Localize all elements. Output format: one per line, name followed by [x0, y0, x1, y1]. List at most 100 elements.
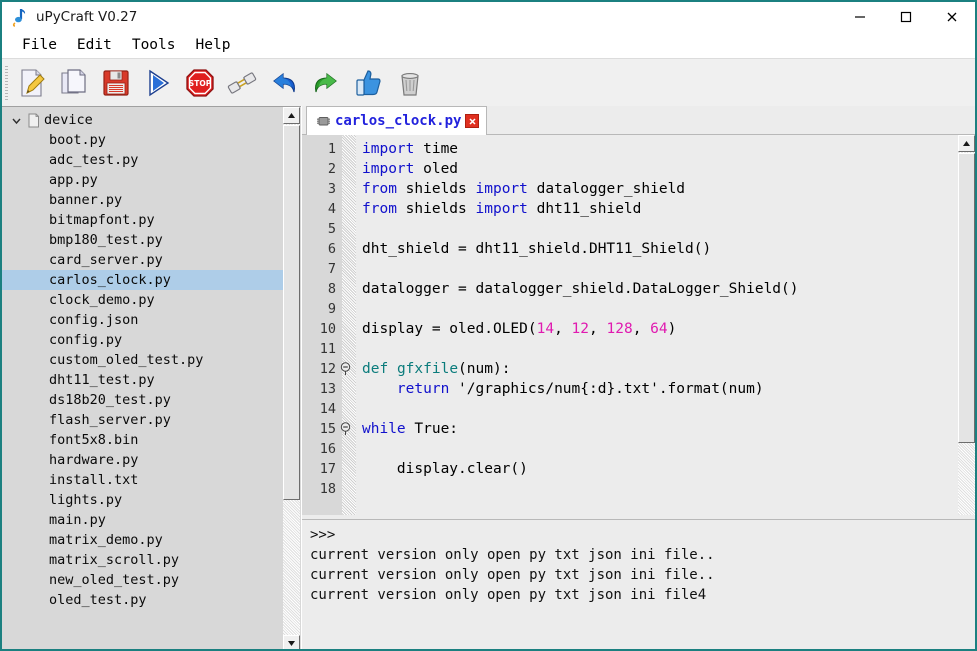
open-file-icon[interactable]: [53, 61, 95, 105]
tree-item-matrix-scroll-py[interactable]: matrix_scroll.py: [2, 550, 283, 570]
new-file-icon[interactable]: [11, 61, 53, 105]
line-number: 6: [327, 241, 336, 257]
tree-item-boot-py[interactable]: boot.py: [2, 130, 283, 150]
tree-item-label: config.py: [49, 332, 123, 348]
code-line: 2 import oled: [302, 159, 958, 179]
file-tree-scroll-thumb[interactable]: [283, 125, 300, 500]
tree-item-label: flash_server.py: [49, 412, 171, 428]
tree-item-label: banner.py: [49, 192, 123, 208]
tree-item-label: carlos_clock.py: [49, 272, 171, 288]
tree-item-custom-oled-test-py[interactable]: custom_oled_test.py: [2, 350, 283, 370]
scroll-up-arrow-icon[interactable]: [958, 135, 975, 152]
menu-item-file[interactable]: File: [12, 37, 67, 53]
tree-item-hardware-py[interactable]: hardware.py: [2, 450, 283, 470]
code-line: 5: [302, 219, 958, 239]
thumbs-up-icon[interactable]: [347, 61, 389, 105]
tree-item-label: main.py: [49, 512, 106, 528]
undo-arrow-icon[interactable]: [263, 61, 305, 105]
scroll-up-arrow-icon[interactable]: [283, 107, 300, 124]
tree-item-flash-server-py[interactable]: flash_server.py: [2, 410, 283, 430]
tree-item-lights-py[interactable]: lights.py: [2, 490, 283, 510]
tree-item-banner-py[interactable]: banner.py: [2, 190, 283, 210]
tree-root-device[interactable]: device: [2, 110, 283, 130]
tree-item-matrix-demo-py[interactable]: matrix_demo.py: [2, 530, 283, 550]
close-button[interactable]: [929, 2, 975, 31]
tree-item-config-py[interactable]: config.py: [2, 330, 283, 350]
editor-tab-carlos-clock[interactable]: carlos_clock.py: [306, 106, 488, 135]
close-icon[interactable]: [465, 114, 480, 128]
run-play-icon[interactable]: [137, 61, 179, 105]
tree-item-install-txt[interactable]: install.txt: [2, 470, 283, 490]
console-line: current version only open py txt json in…: [310, 587, 707, 603]
tree-item-label: bitmapfont.py: [49, 212, 155, 228]
tree-item-label: config.json: [49, 312, 139, 328]
console-panel[interactable]: >>> current version only open py txt json…: [302, 519, 975, 649]
tree-item-bmp180-test-py[interactable]: bmp180_test.py: [2, 230, 283, 250]
editor-scroll-thumb[interactable]: [958, 153, 975, 443]
code-text: display = oled.OLED(14, 12, 128, 64): [362, 321, 677, 337]
svg-text:STOP: STOP: [189, 79, 212, 88]
console-output: >>> current version only open py txt json…: [310, 525, 950, 605]
line-number: 16: [319, 441, 336, 457]
code-text: import time: [362, 141, 459, 157]
tree-item-adc-test-py[interactable]: adc_test.py: [2, 150, 283, 170]
tree-item-label: new_oled_test.py: [49, 572, 180, 588]
tree-item-config-json[interactable]: config.json: [2, 310, 283, 330]
line-number: 3: [327, 181, 336, 197]
console-line: current version only open py txt json in…: [310, 567, 715, 583]
tree-item-main-py[interactable]: main.py: [2, 510, 283, 530]
code-text: dht_shield = dht11_shield.DHT11_Shield(): [362, 241, 712, 257]
code-line: 16: [302, 439, 958, 459]
tree-root-label: device: [44, 112, 93, 128]
tree-item-ds18b20-test-py[interactable]: ds18b20_test.py: [2, 390, 283, 410]
tree-item-bitmapfont-py[interactable]: bitmapfont.py: [2, 210, 283, 230]
code-line: 18: [302, 479, 958, 499]
stop-sign-icon[interactable]: STOP: [179, 61, 221, 105]
menu-item-tools[interactable]: Tools: [122, 37, 186, 53]
code-text: from shields import datalogger_shield: [362, 181, 686, 197]
tree-item-label: app.py: [49, 172, 98, 188]
chevron-down-icon[interactable]: [8, 115, 24, 126]
code-line: 6 dht_shield = dht11_shield.DHT11_Shield(…: [302, 239, 958, 259]
line-number: 1: [327, 141, 336, 157]
window-controls: [837, 2, 975, 31]
menu-item-edit[interactable]: Edit: [67, 37, 122, 53]
menu-item-help[interactable]: Help: [186, 37, 241, 53]
tree-item-label: matrix_scroll.py: [49, 552, 180, 568]
file-tree-list: device boot.py adc_test.py app.py banner.py…: [2, 107, 283, 610]
tree-item-label: matrix_demo.py: [49, 532, 163, 548]
tree-item-dht11-test-py[interactable]: dht11_test.py: [2, 370, 283, 390]
tree-item-app-py[interactable]: app.py: [2, 170, 283, 190]
editor-tab-label: carlos_clock.py: [335, 113, 462, 129]
code-line: 15 while True:: [302, 419, 958, 439]
connect-plug-icon[interactable]: [221, 61, 263, 105]
save-floppy-icon[interactable]: [95, 61, 137, 105]
tree-item-oled-test-py[interactable]: oled_test.py: [2, 590, 283, 610]
tree-item-font5x8-bin[interactable]: font5x8.bin: [2, 430, 283, 450]
tree-item-label: boot.py: [49, 132, 106, 148]
maximize-button[interactable]: [883, 2, 929, 31]
code-text: return '/graphics/num{:d}.txt'.format(nu…: [396, 381, 764, 397]
redo-arrow-icon[interactable]: [305, 61, 347, 105]
line-number: 2: [327, 161, 336, 177]
line-number: 4: [327, 201, 336, 217]
minimize-button[interactable]: [837, 2, 883, 31]
code-text: from shields import dht11_shield: [362, 201, 642, 217]
upycraft-window: uPyCraft V0.27 File Edit Tools Help STOP…: [0, 0, 977, 651]
code-line: 4 from shields import dht11_shield: [302, 199, 958, 219]
tree-item-clock-demo-py[interactable]: clock_demo.py: [2, 290, 283, 310]
trash-bin-icon[interactable]: [389, 61, 431, 105]
file-tree-scrollbar[interactable]: [283, 107, 300, 649]
tree-item-card-server-py[interactable]: card_server.py: [2, 250, 283, 270]
tree-item-new-oled-test-py[interactable]: new_oled_test.py: [2, 570, 283, 590]
tree-item-carlos-clock-py[interactable]: carlos_clock.py: [2, 270, 283, 290]
fold-collapse-icon[interactable]: [336, 362, 356, 376]
line-number: 10: [319, 321, 336, 337]
code-line: 7: [302, 259, 958, 279]
scroll-down-arrow-icon[interactable]: [283, 635, 300, 649]
tree-item-label: card_server.py: [49, 252, 163, 268]
line-number: 5: [327, 221, 336, 237]
toolbar-grip[interactable]: [5, 65, 8, 100]
fold-collapse-icon[interactable]: [336, 422, 356, 436]
line-number: 7: [327, 261, 336, 277]
